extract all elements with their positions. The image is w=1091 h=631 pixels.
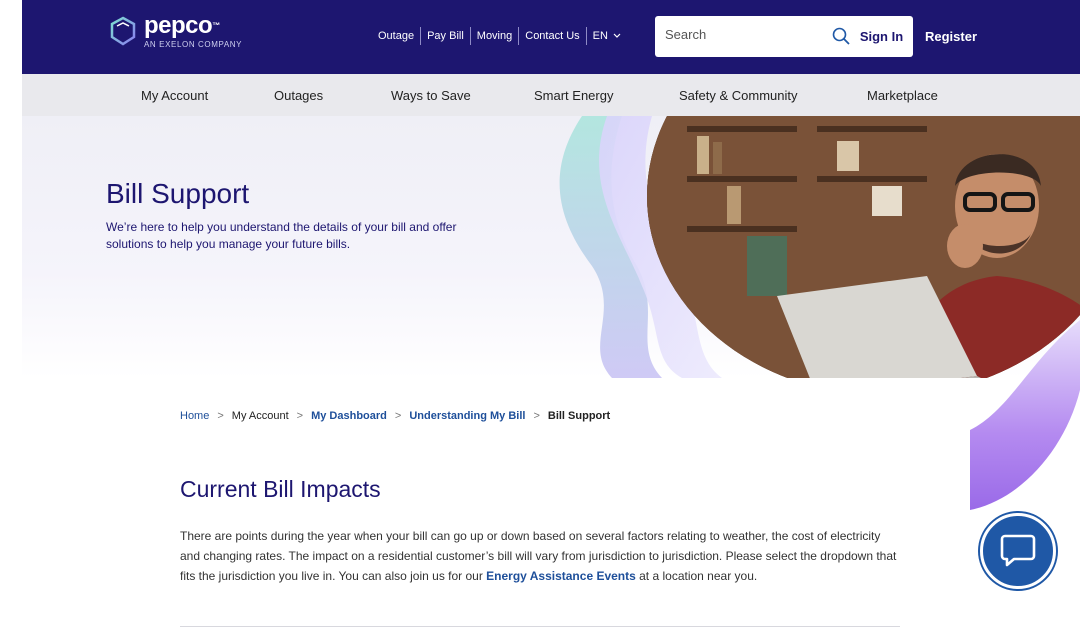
section-body: There are points during the year when yo…	[180, 526, 900, 586]
nav-smart-energy[interactable]: Smart Energy	[534, 88, 613, 103]
outage-link[interactable]: Outage	[378, 30, 414, 42]
nav-ways-to-save[interactable]: Ways to Save	[391, 88, 471, 103]
logo-tagline: AN EXELON COMPANY	[144, 40, 243, 49]
pay-bill-link[interactable]: Pay Bill	[427, 30, 464, 42]
chevron-right-icon: >	[217, 410, 224, 422]
chevron-right-icon: >	[394, 410, 402, 422]
moving-link[interactable]: Moving	[477, 30, 512, 42]
search-box	[655, 16, 860, 57]
chevron-right-icon: >	[296, 410, 304, 422]
chat-button[interactable]	[980, 513, 1056, 589]
sign-in-button[interactable]: Sign In	[850, 16, 913, 57]
chat-icon	[1000, 534, 1036, 567]
breadcrumb-home[interactable]: Home	[180, 410, 209, 422]
language-selector[interactable]: EN	[593, 30, 621, 42]
decorative-swirl-right	[970, 320, 1080, 510]
breadcrumb: Home > My Account > My Dashboard > Under…	[180, 410, 610, 422]
utility-links: Outage Pay Bill Moving Contact Us EN	[378, 27, 621, 45]
divider	[469, 27, 471, 45]
search-input[interactable]	[665, 27, 815, 42]
divider	[518, 27, 520, 45]
hero-subtitle: We’re here to help you understand the de…	[106, 220, 457, 251]
logo-trademark: ™	[212, 21, 220, 30]
energy-assistance-events-link[interactable]: Energy Assistance Events	[486, 569, 636, 583]
content-card: Home > My Account > My Dashboard > Under…	[106, 378, 970, 631]
divider	[585, 27, 587, 45]
divider	[420, 27, 422, 45]
language-label: EN	[592, 30, 608, 42]
breadcrumb-understanding-my-bill[interactable]: Understanding My Bill	[409, 410, 525, 422]
breadcrumb-my-dashboard[interactable]: My Dashboard	[311, 410, 387, 422]
chevron-right-icon: >	[533, 410, 540, 422]
top-header: pepco™ AN EXELON COMPANY Outage Pay Bill…	[22, 0, 1080, 74]
search-icon[interactable]	[832, 27, 850, 45]
logo-name: pepco	[144, 12, 213, 39]
chevron-down-icon	[613, 33, 621, 38]
page-title: Bill Support	[106, 178, 250, 209]
pepco-logo[interactable]: pepco™ AN EXELON COMPANY	[108, 14, 242, 49]
nav-my-account[interactable]: My Account	[141, 88, 208, 103]
contact-us-link[interactable]: Contact Us	[525, 30, 579, 42]
register-link[interactable]: Register	[925, 29, 977, 44]
section-title: Current Bill Impacts	[180, 476, 381, 502]
body-text-end: at a location near you.	[635, 569, 758, 583]
nav-marketplace[interactable]: Marketplace	[867, 88, 938, 103]
breadcrumb-my-account: My Account	[231, 410, 289, 422]
breadcrumb-current: Bill Support	[547, 410, 611, 422]
pepco-logo-icon	[110, 16, 136, 46]
section-divider	[180, 626, 900, 627]
main-navigation: My Account Outages Ways to Save Smart En…	[22, 74, 1080, 116]
nav-outages[interactable]: Outages	[274, 88, 323, 103]
nav-safety-community[interactable]: Safety & Community	[679, 88, 798, 103]
hero-banner: Bill Support We’re here to help you unde…	[22, 116, 1080, 378]
